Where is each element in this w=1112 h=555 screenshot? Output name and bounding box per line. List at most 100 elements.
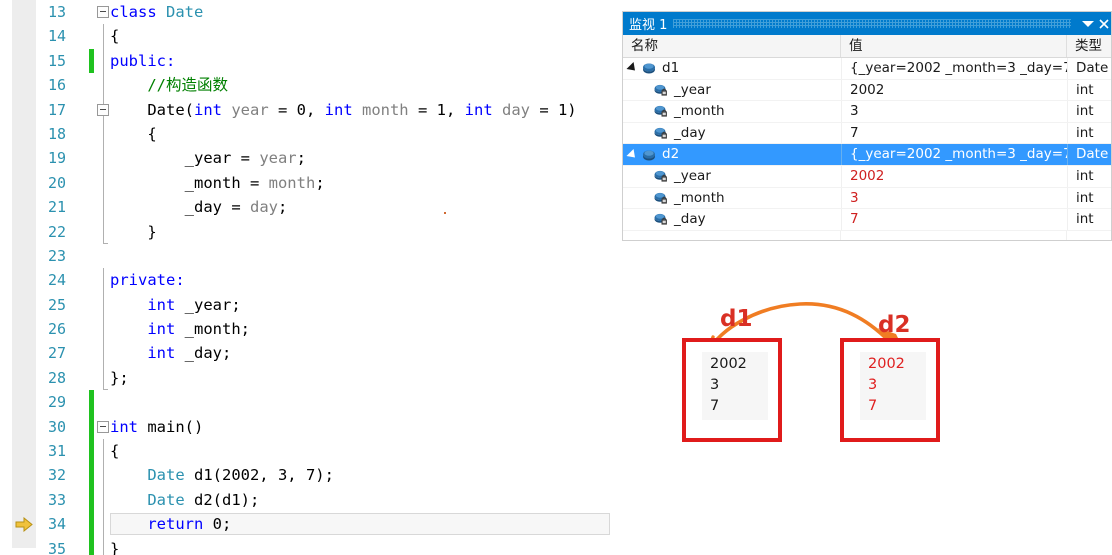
code-line[interactable]: 35} (0, 536, 618, 555)
watch-cell-value[interactable]: 7 (841, 122, 1067, 144)
code-line[interactable]: 17 Date(int year = 0, int month = 1, int… (0, 97, 618, 122)
watch-cell-name[interactable]: d2 (623, 144, 841, 165)
code-token: int (194, 100, 232, 119)
watch-cell-type: int (1067, 101, 1111, 122)
watch-cell-name[interactable]: _month (623, 101, 841, 122)
watch-row[interactable]: _month 3 int (623, 187, 1111, 210)
block-structure-guide (103, 292, 104, 318)
watch-cell-name[interactable]: _day (623, 123, 841, 144)
watch-cell-name[interactable]: d1 (623, 58, 841, 79)
watch-new-name-cell[interactable] (623, 231, 840, 240)
diagram-source-fields: 2002 3 7 (702, 352, 768, 420)
column-header-value[interactable]: 值 (841, 35, 1067, 57)
object-variable-icon (641, 61, 657, 75)
unsaved-change-bar (89, 414, 94, 440)
watch-row[interactable]: _year 2002 int (623, 79, 1111, 102)
code-token: } (110, 222, 157, 241)
code-line[interactable]: 26 int _month; (0, 317, 618, 342)
code-line[interactable]: 14 { (0, 24, 618, 49)
line-number: 21 (47, 198, 66, 217)
line-number: 13 (47, 3, 66, 21)
collapse-region-icon[interactable] (97, 103, 109, 116)
watch-cell-name[interactable]: _month (623, 188, 841, 209)
code-line[interactable]: 15 public: (0, 48, 618, 74)
line-number: 28 (47, 368, 66, 387)
watch-cell-value[interactable]: 2002 (841, 79, 1067, 101)
code-line[interactable]: 13 class Date (0, 0, 618, 24)
line-number: 35 (47, 539, 66, 555)
block-structure-guide (103, 487, 104, 513)
code-token: 0; (203, 515, 232, 534)
watch-cell-name[interactable]: _year (623, 166, 841, 187)
code-line[interactable]: 34 return 0; (0, 512, 618, 537)
watch-row[interactable]: _day 7 int (623, 209, 1111, 231)
watch-row[interactable]: _month 3 int (623, 101, 1111, 123)
watch-window[interactable]: 监视 1 名称 值 类型 d1 {_year=2002 _month=3 _day… (622, 11, 1112, 241)
close-icon[interactable] (1099, 12, 1111, 35)
watch-column-headers: 名称 值 类型 (623, 35, 1111, 58)
window-drag-grip[interactable] (673, 19, 1071, 28)
column-header-type[interactable]: 类型 (1067, 35, 1111, 57)
watch-cell-type: int (1067, 187, 1111, 209)
watch-row[interactable]: _year 2002 int (623, 165, 1111, 188)
watch-row[interactable]: d1 {_year=2002 _month=3 _day=7 } Date (623, 58, 1111, 80)
line-number: 19 (47, 149, 66, 168)
watch-new-expression-row[interactable] (623, 230, 1111, 240)
code-line[interactable]: 25 int _year; (0, 292, 618, 318)
watch-window-titlebar[interactable]: 监视 1 (623, 12, 1111, 35)
code-line[interactable]: 33 Date d2(d1); (0, 487, 618, 513)
watch-new-value-cell[interactable] (840, 230, 1066, 240)
watch-cell-value[interactable]: 2002 (841, 165, 1067, 187)
code-line[interactable]: 22 } (0, 219, 618, 245)
stray-artifact-dot (444, 212, 446, 214)
collapse-region-icon[interactable] (97, 6, 109, 18)
code-text: { (110, 24, 119, 48)
expanded-triangle-icon[interactable] (626, 62, 639, 75)
watch-variable-name: _day (674, 211, 706, 228)
code-token: day (249, 198, 278, 217)
code-line[interactable]: 24 private: (0, 268, 618, 293)
watch-cell-value[interactable]: 7 (841, 209, 1067, 230)
watch-cell-value[interactable]: {_year=2002 _month=3 _day=7 } (841, 144, 1067, 165)
code-token: _month; (175, 320, 250, 339)
watch-new-type-cell (1066, 230, 1111, 240)
code-token: Date (147, 466, 185, 485)
code-line[interactable]: 20 _month = month; (0, 170, 618, 196)
column-header-name[interactable]: 名称 (623, 35, 841, 57)
watch-cell-type: int (1067, 79, 1111, 101)
watch-row[interactable]: _day 7 int (623, 122, 1111, 145)
line-number: 32 (47, 466, 66, 485)
watch-cell-value[interactable]: {_year=2002 _month=3 _day=7 } (841, 58, 1067, 79)
watch-cell-name[interactable]: _year (623, 80, 841, 101)
watch-cell-value[interactable]: 3 (841, 101, 1067, 122)
watch-cell-type: int (1067, 209, 1111, 230)
code-token: { (110, 124, 157, 143)
watch-variable-name: d1 (662, 60, 680, 76)
code-line[interactable]: 21 _day = day; (0, 195, 618, 220)
line-number: 24 (47, 271, 66, 290)
code-line[interactable]: 23 (0, 244, 618, 268)
line-number: 20 (47, 173, 66, 192)
code-line[interactable]: 19 _year = year; (0, 146, 618, 171)
watch-row[interactable]: d2 {_year=2002 _month=3 _day=7 } Date (623, 144, 1111, 166)
code-token: } (110, 539, 120, 555)
chevron-down-icon[interactable] (1077, 12, 1099, 35)
code-line[interactable]: 31 { (0, 439, 618, 464)
code-token: public: (110, 51, 176, 70)
code-line[interactable]: 30 int main() (0, 414, 618, 440)
code-line[interactable]: 28}; (0, 365, 618, 391)
block-structure-guide (103, 268, 104, 293)
code-line[interactable]: 27 int _day; (0, 341, 618, 366)
code-lines-container[interactable]: 13 class Date 14{15 public: 16 //构造函数 17 Date… (0, 0, 618, 555)
watch-cell-value[interactable]: 3 (841, 187, 1067, 209)
watch-cell-name[interactable]: _day (623, 209, 841, 230)
code-line[interactable]: 18 { (0, 121, 618, 147)
expanded-triangle-icon[interactable] (626, 148, 639, 161)
code-line[interactable]: 16 //构造函数 (0, 73, 618, 98)
collapse-region-icon[interactable] (97, 420, 109, 433)
code-line[interactable]: 32 Date d1(2002, 3, 7); (0, 463, 618, 488)
code-line[interactable]: 29 (0, 390, 618, 415)
code-editor[interactable]: 13 class Date 14{15 public: 16 //构造函数 17 Date… (0, 0, 618, 555)
watch-rows-container[interactable]: d1 {_year=2002 _month=3 _day=7 } Date _year… (623, 58, 1111, 240)
